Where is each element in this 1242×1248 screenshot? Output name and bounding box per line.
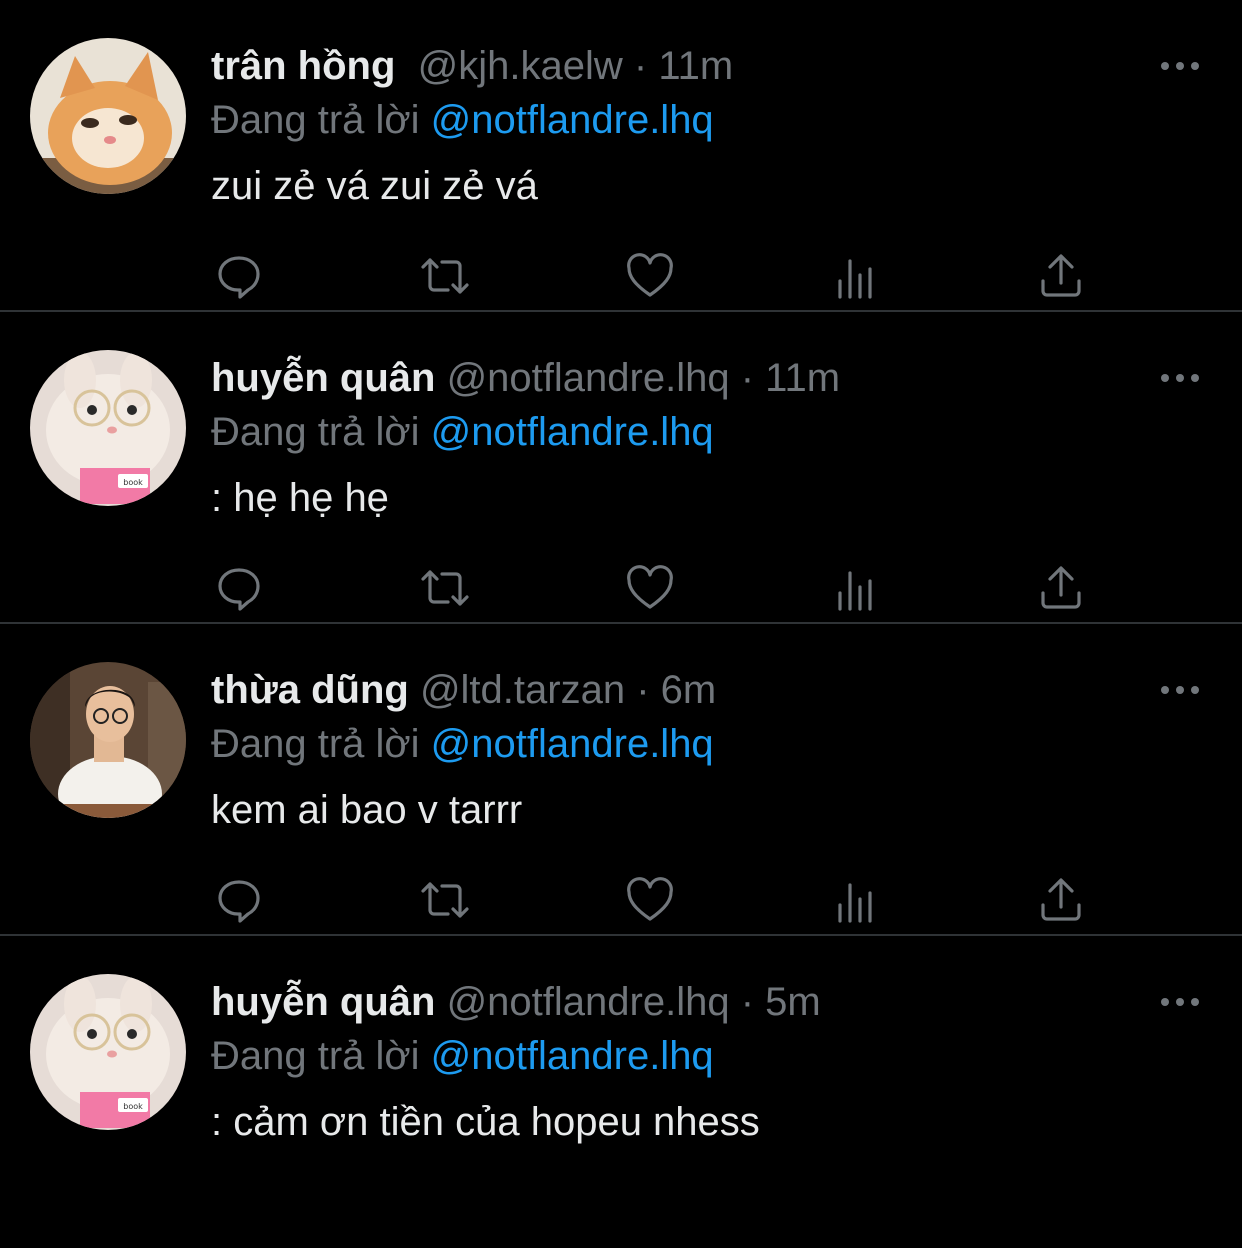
- replying-to: Đang trả lời @notflandre.lhq: [211, 718, 714, 770]
- display-name[interactable]: huyễn quân: [211, 356, 435, 400]
- tweet-text: : hẹ hẹ hẹ: [211, 476, 389, 520]
- replying-label: Đang trả lời: [211, 98, 420, 142]
- timestamp[interactable]: 6m: [661, 668, 717, 712]
- cat-avatar-image: [30, 38, 186, 194]
- separator-dot: ·: [636, 668, 650, 712]
- avatar[interactable]: [30, 662, 186, 818]
- person-avatar-image: [30, 662, 186, 818]
- user-handle[interactable]: @notflandre.lhq: [447, 980, 730, 1024]
- tweet-header: huyễn quân @notflandre.lhq · 11m: [211, 352, 840, 404]
- timestamp[interactable]: 11m: [765, 356, 840, 400]
- tweet[interactable]: thừa dũng @ltd.tarzan · 6m Đang trả lời …: [0, 624, 1242, 936]
- tweet-actions: [211, 248, 1091, 304]
- reply-icon[interactable]: [211, 248, 267, 304]
- tweet-header: huyễn quân @notflandre.lhq · 5m: [211, 976, 821, 1028]
- timestamp[interactable]: 5m: [765, 980, 821, 1024]
- separator-dot: ·: [633, 44, 648, 88]
- retweet-icon[interactable]: [417, 560, 473, 616]
- like-icon[interactable]: [622, 872, 678, 928]
- views-icon[interactable]: [828, 248, 884, 304]
- views-icon[interactable]: [828, 872, 884, 928]
- replying-label: Đang trả lời: [211, 1034, 420, 1078]
- mention-link[interactable]: @notflandre.lhq: [431, 98, 714, 142]
- share-icon[interactable]: [1033, 248, 1089, 304]
- avatar[interactable]: book: [30, 974, 186, 1130]
- avatar[interactable]: book: [30, 350, 186, 506]
- tweet[interactable]: book huyễn quân @notflandre.lhq · 11m Đa…: [0, 312, 1242, 624]
- more-options-icon[interactable]: [1156, 364, 1204, 392]
- share-icon[interactable]: [1033, 560, 1089, 616]
- replying-label: Đang trả lời: [211, 722, 420, 766]
- user-handle[interactable]: @notflandre.lhq: [447, 356, 730, 400]
- tweet[interactable]: book huyễn quân @notflandre.lhq · 5m Đan…: [0, 936, 1242, 1248]
- display-name[interactable]: trân hồng: [211, 44, 395, 88]
- more-options-icon[interactable]: [1156, 676, 1204, 704]
- separator-dot: ·: [740, 356, 755, 400]
- tweet-text: kem ai bao v tarrr: [211, 788, 523, 832]
- like-icon[interactable]: [622, 248, 678, 304]
- mention-link[interactable]: @notflandre.lhq: [431, 410, 714, 454]
- separator-dot: ·: [740, 980, 755, 1024]
- tweet-text: : cảm ơn tiền của hopeu nhess: [211, 1100, 760, 1144]
- share-icon[interactable]: [1033, 872, 1089, 928]
- bunny-avatar-image: book: [30, 350, 186, 506]
- display-name[interactable]: huyễn quân: [211, 980, 435, 1024]
- more-options-icon[interactable]: [1156, 52, 1204, 80]
- book-label: book: [123, 478, 143, 487]
- timestamp[interactable]: 11m: [658, 44, 733, 88]
- avatar[interactable]: [30, 38, 186, 194]
- user-handle[interactable]: @kjh.kaelw: [418, 44, 623, 88]
- replying-label: Đang trả lời: [211, 410, 420, 454]
- tweet-actions: [211, 560, 1091, 616]
- display-name[interactable]: thừa dũng: [211, 668, 409, 712]
- bunny-avatar-image: book: [30, 974, 186, 1130]
- like-icon[interactable]: [622, 560, 678, 616]
- retweet-icon[interactable]: [417, 248, 473, 304]
- tweet-text: zui zẻ vá zui zẻ vá: [211, 164, 538, 208]
- reply-icon[interactable]: [211, 872, 267, 928]
- tweet[interactable]: trân hồng @kjh.kaelw · 11m Đang trả lời …: [0, 0, 1242, 312]
- replying-to: Đang trả lời @notflandre.lhq: [211, 406, 714, 458]
- tweet-header: trân hồng @kjh.kaelw · 11m: [211, 40, 733, 92]
- tweet-header: thừa dũng @ltd.tarzan · 6m: [211, 664, 716, 716]
- replying-to: Đang trả lời @notflandre.lhq: [211, 1030, 714, 1082]
- tweet-actions: [211, 872, 1091, 928]
- book-label: book: [123, 1102, 143, 1111]
- mention-link[interactable]: @notflandre.lhq: [431, 722, 714, 766]
- views-icon[interactable]: [828, 560, 884, 616]
- retweet-icon[interactable]: [417, 872, 473, 928]
- more-options-icon[interactable]: [1156, 988, 1204, 1016]
- replying-to: Đang trả lời @notflandre.lhq: [211, 94, 714, 146]
- reply-icon[interactable]: [211, 560, 267, 616]
- mention-link[interactable]: @notflandre.lhq: [431, 1034, 714, 1078]
- user-handle[interactable]: @ltd.tarzan: [420, 668, 625, 712]
